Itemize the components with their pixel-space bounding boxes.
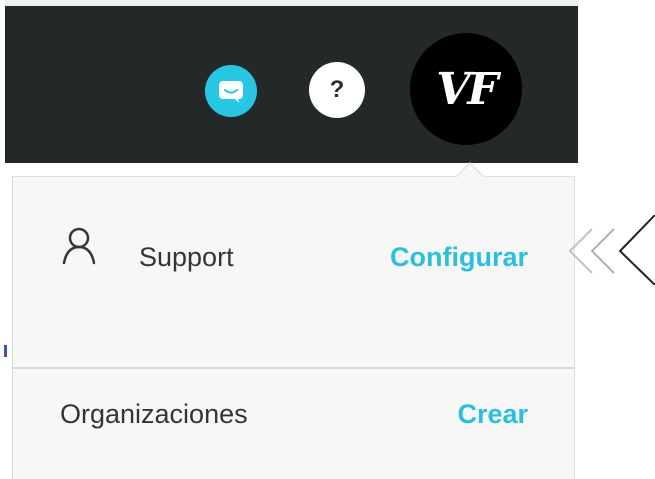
create-organization-link[interactable]: Crear bbox=[457, 399, 528, 430]
help-icon: ? bbox=[329, 76, 345, 103]
organizations-label: Organizaciones bbox=[60, 399, 248, 429]
account-dropdown-menu: Support Configurar Organizaciones Crear bbox=[12, 176, 575, 479]
dropdown-caret-fill bbox=[457, 164, 483, 177]
top-edge bbox=[5, 0, 578, 6]
support-account-label: Support bbox=[139, 242, 234, 272]
screen: ? VF Support Configurar Organizaciones C… bbox=[0, 0, 655, 479]
menu-item-support: Support Configurar bbox=[13, 177, 574, 369]
double-chevron-left-icon bbox=[568, 215, 655, 285]
user-icon bbox=[62, 227, 96, 265]
chat-bubble-icon bbox=[219, 81, 243, 103]
help-button[interactable]: ? bbox=[309, 62, 365, 118]
menu-item-organizations: Organizaciones Crear bbox=[13, 369, 574, 479]
edge-marker bbox=[4, 345, 7, 357]
user-avatar-button[interactable]: VF bbox=[410, 33, 522, 145]
chat-button[interactable] bbox=[205, 65, 257, 117]
configure-link[interactable]: Configurar bbox=[390, 242, 528, 273]
avatar-initials: VF bbox=[436, 63, 498, 115]
